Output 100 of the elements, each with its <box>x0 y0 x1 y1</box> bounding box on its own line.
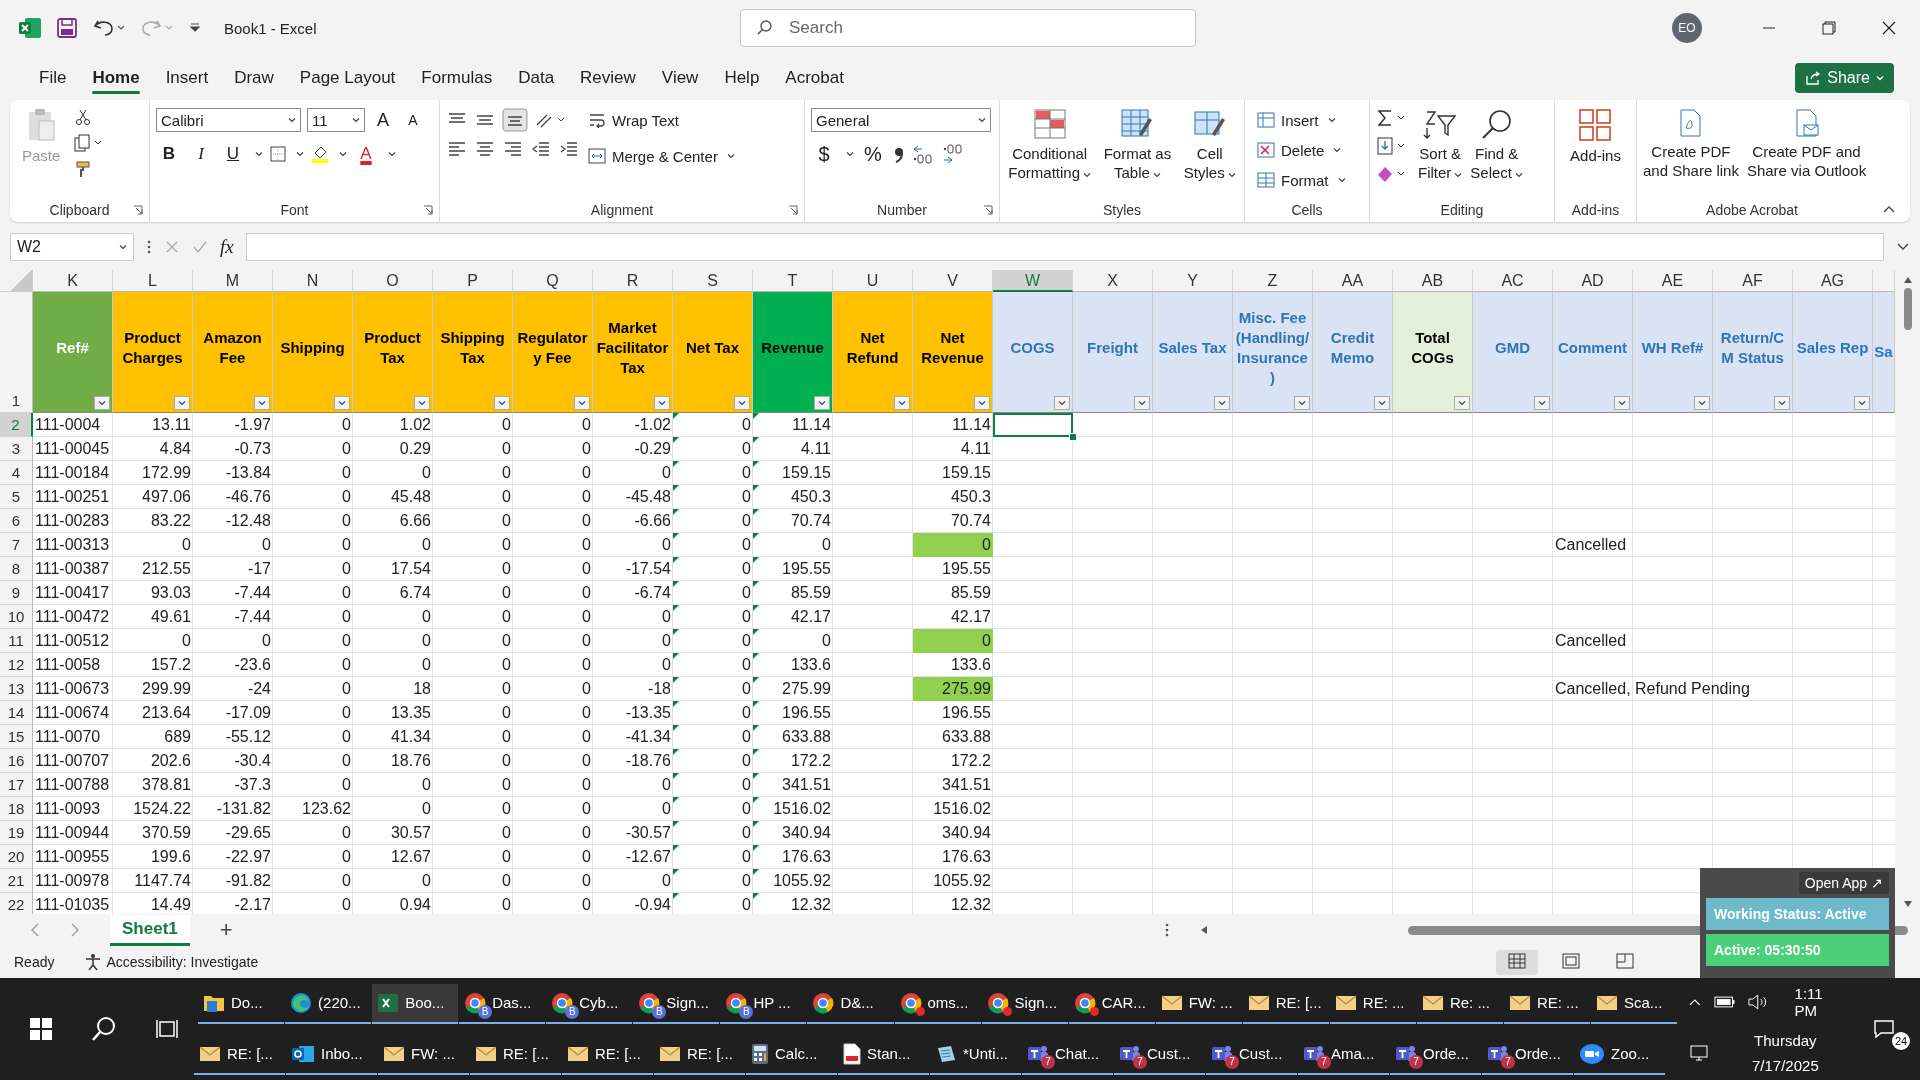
fill-color-icon[interactable] <box>310 144 330 164</box>
ribbon-tab[interactable]: View <box>648 60 712 96</box>
dialog-launcher-icon[interactable] <box>788 205 798 215</box>
italic-button[interactable]: I <box>188 142 214 166</box>
filter-button[interactable] <box>1294 396 1310 410</box>
more-icon[interactable] <box>146 239 152 255</box>
font-size-field[interactable]: 11 <box>307 108 365 132</box>
filter-button[interactable] <box>1774 396 1790 410</box>
filter-button[interactable] <box>334 396 350 410</box>
column-header[interactable]: W <box>993 270 1073 292</box>
error-indicator-icon[interactable] <box>753 749 759 755</box>
filter-button[interactable] <box>1854 396 1870 410</box>
decrease-font-button[interactable]: A <box>401 108 425 132</box>
align-center-icon[interactable] <box>474 140 496 158</box>
cells-button[interactable]: Insert <box>1257 108 1336 132</box>
accessibility-icon[interactable] <box>84 953 103 971</box>
taskbar-button[interactable]: oms... <box>894 983 981 1024</box>
filter-button[interactable] <box>254 396 270 410</box>
create-pdf-button[interactable]: Create PDF and Share link <box>1643 108 1739 180</box>
taskbar-button[interactable]: 7 Cust... <box>1206 1034 1297 1075</box>
error-indicator-icon[interactable] <box>753 485 759 491</box>
close-icon[interactable] <box>1882 21 1896 35</box>
error-indicator-icon[interactable] <box>673 461 679 467</box>
error-indicator-icon[interactable] <box>753 893 759 899</box>
error-indicator-icon[interactable] <box>673 629 679 635</box>
styles-button[interactable]: Conditional Formatting <box>1008 108 1091 182</box>
error-indicator-icon[interactable] <box>673 845 679 851</box>
bold-button[interactable]: B <box>156 142 182 166</box>
collapse-ribbon-icon[interactable] <box>1882 204 1896 214</box>
filter-button[interactable] <box>1054 396 1070 410</box>
normal-view-button[interactable] <box>1496 949 1538 975</box>
ribbon-tab[interactable]: Formulas <box>408 60 506 96</box>
ribbon-tab[interactable]: Data <box>505 60 568 96</box>
battery-icon[interactable] <box>1713 994 1736 1009</box>
error-indicator-icon[interactable] <box>753 869 759 875</box>
taskbar-button[interactable]: RE: [... <box>194 1034 285 1075</box>
filter-button[interactable] <box>1534 396 1550 410</box>
save-icon[interactable] <box>56 17 78 39</box>
add-sheet-button[interactable]: + <box>219 917 233 943</box>
editing-button[interactable]: Find & Select <box>1470 108 1524 182</box>
filter-button[interactable] <box>414 396 430 410</box>
dialog-launcher-icon[interactable] <box>423 205 433 215</box>
clock-day[interactable]: Thursday <box>1754 1031 1817 1049</box>
filter-button[interactable] <box>1614 396 1630 410</box>
merge-center-button[interactable]: Merge & Center <box>588 144 735 168</box>
cells-button[interactable]: Format <box>1257 168 1346 192</box>
network-icon[interactable] <box>1688 1043 1710 1062</box>
error-indicator-icon[interactable] <box>753 557 759 563</box>
ribbon-tab[interactable]: Draw <box>221 60 287 96</box>
error-indicator-icon[interactable] <box>753 437 759 443</box>
error-indicator-icon[interactable] <box>673 509 679 515</box>
ribbon-tab[interactable]: Home <box>79 60 153 96</box>
taskbar-button[interactable]: B HP ... <box>720 983 807 1024</box>
taskbar-button[interactable]: Do... <box>198 983 285 1024</box>
error-indicator-icon[interactable] <box>673 557 679 563</box>
styles-button[interactable]: Cell Styles <box>1183 108 1236 182</box>
error-indicator-icon[interactable] <box>673 821 679 827</box>
error-indicator-icon[interactable] <box>673 677 679 683</box>
previous-sheet-icon[interactable] <box>30 923 40 937</box>
error-indicator-icon[interactable] <box>673 485 679 491</box>
error-indicator-icon[interactable] <box>673 581 679 587</box>
error-indicator-icon[interactable] <box>753 461 759 467</box>
taskbar-button[interactable]: FW: ... <box>1155 983 1242 1024</box>
taskbar-button[interactable]: Sca... <box>1591 983 1678 1024</box>
percent-button[interactable]: % <box>860 142 886 166</box>
error-indicator-icon[interactable] <box>753 509 759 515</box>
taskbar-button[interactable]: RE: [... <box>1242 983 1329 1024</box>
error-indicator-icon[interactable] <box>673 653 679 659</box>
error-indicator-icon[interactable] <box>753 821 759 827</box>
taskbar-button[interactable]: D&... <box>807 983 894 1024</box>
currency-button[interactable]: $ <box>811 142 837 166</box>
taskbar-button[interactable]: Inbo... <box>286 1034 377 1075</box>
error-indicator-icon[interactable] <box>673 725 679 731</box>
error-indicator-icon[interactable] <box>753 725 759 731</box>
formula-input[interactable] <box>245 233 1884 261</box>
taskbar-button[interactable]: 7 Ama... <box>1298 1034 1389 1075</box>
error-indicator-icon[interactable] <box>673 413 679 419</box>
ribbon-tab[interactable]: File <box>26 60 80 96</box>
taskbar-button[interactable]: B Cyb... <box>546 983 633 1024</box>
dialog-launcher-icon[interactable] <box>133 205 143 215</box>
ribbon-tab[interactable]: Page Layout <box>286 60 409 96</box>
taskbar-button[interactable]: RE: [... <box>470 1034 561 1075</box>
expand-icon[interactable] <box>1896 242 1910 252</box>
taskbar-button[interactable]: CAR... <box>1068 983 1155 1024</box>
user-avatar[interactable]: EO <box>1672 13 1702 43</box>
dialog-launcher-icon[interactable] <box>983 205 993 215</box>
error-indicator-icon[interactable] <box>753 653 759 659</box>
filter-button[interactable] <box>174 396 190 410</box>
open-app-link[interactable]: Open App ↗ <box>1798 872 1889 894</box>
font-name-field[interactable]: Calibri <box>156 108 301 132</box>
error-indicator-icon[interactable] <box>753 797 759 803</box>
error-indicator-icon[interactable] <box>673 437 679 443</box>
insert-function-button[interactable]: fx <box>220 236 234 258</box>
number-format-field[interactable]: General <box>811 108 991 132</box>
notifications-icon[interactable] <box>1873 1019 1895 1039</box>
ribbon-tab[interactable]: Acrobat <box>772 60 857 96</box>
task-view-icon[interactable] <box>155 1018 180 1040</box>
decrease-indent-icon[interactable] <box>530 140 552 158</box>
filter-button[interactable] <box>1374 396 1390 410</box>
clock-time[interactable]: 1:11 PM <box>1794 984 1848 1019</box>
